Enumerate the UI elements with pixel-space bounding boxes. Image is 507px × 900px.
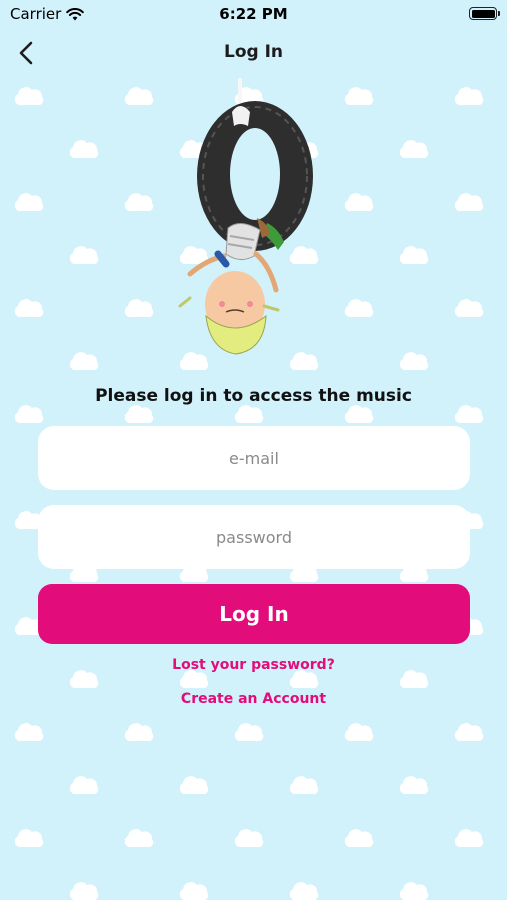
cloud-shape [399, 246, 429, 264]
cloud-shape [344, 87, 374, 105]
cloud-shape [69, 882, 99, 900]
tire-swing-illustration [178, 78, 313, 355]
cloud-shape [344, 829, 374, 847]
cloud-shape [14, 299, 44, 317]
battery-icon [469, 7, 500, 20]
cloud-shape [14, 87, 44, 105]
cloud-shape [69, 352, 99, 370]
cloud-shape [344, 299, 374, 317]
lost-password-link[interactable]: Lost your password? [0, 657, 507, 673]
cloud-shape [124, 193, 154, 211]
login-button[interactable]: Log In [38, 584, 470, 644]
cloud-shape [454, 829, 484, 847]
cloud-shape [234, 405, 264, 423]
navigation-bar: Log In [0, 30, 507, 75]
cloud-shape [69, 776, 99, 794]
cloud-shape [124, 723, 154, 741]
cloud-shape [14, 405, 44, 423]
cloud-shape [14, 829, 44, 847]
status-bar: Carrier 6:22 PM [0, 0, 507, 30]
cloud-shape [399, 140, 429, 158]
cloud-shape [179, 882, 209, 900]
cloud-shape [289, 882, 319, 900]
status-time: 6:22 PM [219, 5, 288, 23]
login-prompt: Please log in to access the music [95, 386, 412, 406]
cloud-shape [124, 829, 154, 847]
cloud-shape [454, 405, 484, 423]
cloud-shape [289, 776, 319, 794]
cloud-shape [344, 723, 374, 741]
cloud-shape [69, 140, 99, 158]
cloud-shape [14, 193, 44, 211]
cloud-shape [124, 87, 154, 105]
page-title: Log In [223, 42, 284, 62]
cloud-shape [454, 299, 484, 317]
cloud-shape [234, 723, 264, 741]
cloud-shape [344, 405, 374, 423]
cloud-shape [179, 776, 209, 794]
cloud-shape [454, 193, 484, 211]
email-field[interactable] [38, 426, 470, 490]
cloud-shape [344, 193, 374, 211]
cloud-shape [124, 405, 154, 423]
cloud-shape [454, 87, 484, 105]
cloud-shape [124, 299, 154, 317]
cloud-shape [399, 352, 429, 370]
cloud-shape [454, 723, 484, 741]
password-field[interactable] [38, 505, 470, 569]
cloud-shape [399, 882, 429, 900]
create-account-link[interactable]: Create an Account [0, 691, 507, 707]
cloud-shape [69, 246, 99, 264]
cloud-shape [234, 829, 264, 847]
cloud-shape [14, 723, 44, 741]
cloud-shape [399, 776, 429, 794]
